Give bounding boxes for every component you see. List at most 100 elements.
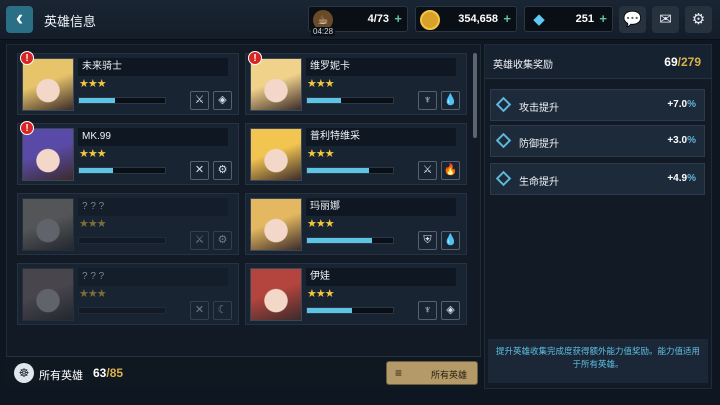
stat-defense: 防御提升 +3.0% — [490, 125, 705, 157]
crossed-swords-icon: ⚔ — [418, 161, 437, 180]
stat-label: 生命提升 — [519, 177, 559, 188]
stat-unit: % — [687, 135, 696, 146]
wings-icon: ♆ — [418, 301, 437, 320]
stat-label: 攻击提升 — [519, 103, 559, 114]
stat-hp: 生命提升 +4.9% — [490, 163, 705, 195]
top-bar: ‹ 英雄信息 ☕ 4/73 + 04:28 354,658 + ◆ 251 + … — [0, 0, 720, 40]
collection-count-total: /279 — [677, 55, 701, 69]
collection-count: 69/279 — [664, 55, 701, 69]
gear-icon: ⚙ — [691, 11, 706, 28]
hero-card[interactable]: ? ? ? ★★★ ✕ ☾ — [17, 263, 239, 325]
hero-card[interactable]: 普利特维采 ★★★ ⚔ 🔥 — [245, 123, 467, 185]
stat-attack: 攻击提升 +7.0% — [490, 89, 705, 121]
hero-stars: ★★★ — [307, 288, 335, 300]
diamond-icon — [495, 132, 512, 149]
filter-dropdown[interactable]: ≡ 所有英雄 — [386, 361, 478, 385]
stat-value: +3.0% — [667, 135, 696, 146]
hero-progress-fill — [307, 168, 369, 173]
hero-portrait — [250, 58, 302, 111]
hero-card[interactable]: ? ? ? ★★★ ⚔ ⚙ — [17, 193, 239, 255]
hero-portrait — [22, 198, 74, 251]
hero-stars: ★★★ — [79, 288, 107, 300]
hero-count-total: /85 — [106, 366, 124, 380]
hero-stars: ★★★ — [307, 78, 335, 90]
stat-value: +7.0% — [667, 99, 696, 110]
stat-number: +4.9 — [667, 173, 688, 184]
hero-stars: ★★★ — [307, 218, 335, 230]
chevron-left-icon: ‹ — [15, 5, 24, 30]
settings-button[interactable]: ⚙ — [685, 6, 712, 33]
hero-progress-fill — [79, 98, 116, 103]
hero-list-panel[interactable]: ! 未来骑士 ★★★ ⚔ ◈! 维罗妮卡 ★★★ ♆ 💧! MK.99 ★★★ ✕ ⚙ 普利特维采 ★★★ ⚔… — [6, 44, 481, 389]
hero-name: 玛丽娜 — [306, 198, 456, 216]
hero-card[interactable]: 伊娃 ★★★ ♆ ◈ — [245, 263, 467, 325]
hero-stars: ★★★ — [79, 78, 107, 90]
menu-icon: ≡ — [395, 366, 403, 380]
shield-icon: ⛨ — [418, 231, 437, 250]
collection-header: 英雄收集奖励 69/279 — [485, 45, 711, 79]
add-stamina-button[interactable]: + — [394, 11, 402, 26]
hero-count-owned: 63 — [93, 366, 107, 380]
mail-icon: ✉ — [659, 11, 672, 28]
hero-card[interactable]: ! MK.99 ★★★ ✕ ⚙ — [17, 121, 239, 185]
hero-progress-bar — [78, 237, 166, 244]
all-heroes-label: 所有英雄 — [39, 370, 83, 382]
stat-number: +3.0 — [667, 135, 688, 146]
filter-label: 所有英雄 — [430, 370, 467, 380]
collection-count-current: 69 — [664, 55, 678, 69]
hero-stars: ★★★ — [79, 218, 107, 230]
gear-element-icon: ⚙ — [213, 231, 232, 250]
hero-name: 维罗妮卡 — [306, 58, 456, 76]
hero-progress-fill — [307, 308, 352, 313]
alert-badge: ! — [248, 51, 262, 65]
back-button[interactable]: ‹ — [6, 6, 33, 33]
hero-name: MK.99 — [78, 128, 228, 146]
hero-portrait — [250, 198, 302, 251]
hero-stars: ★★★ — [79, 148, 107, 160]
stamina-value: 4/73 — [367, 13, 389, 25]
hero-name: 普利特维采 — [306, 128, 456, 146]
crossed-swords-icon: ⚔ — [190, 91, 209, 110]
stamina-counter[interactable]: ☕ 4/73 + 04:28 — [308, 6, 408, 36]
page-title: 英雄信息 — [44, 14, 97, 29]
hero-card[interactable]: 玛丽娜 ★★★ ⛨ 💧 — [245, 193, 467, 255]
diamond-element-icon: ◈ — [441, 301, 460, 320]
water-drop-icon: 💧 — [441, 91, 460, 110]
hero-progress-bar — [306, 167, 394, 174]
fire-icon: 🔥 — [441, 161, 460, 180]
gold-value: 354,658 — [458, 13, 498, 25]
hero-progress-bar — [78, 97, 166, 104]
hero-emblem-icon: ☸ — [14, 363, 34, 383]
hero-portrait — [22, 268, 74, 321]
diamond-element-icon: ◈ — [213, 91, 232, 110]
hero-stars: ★★★ — [307, 148, 335, 160]
gold-counter[interactable]: 354,658 + — [415, 6, 517, 32]
stat-unit: % — [687, 99, 696, 110]
gem-icon: ◆ — [533, 11, 545, 28]
chat-button[interactable]: 💬 — [619, 6, 646, 33]
gems-counter[interactable]: ◆ 251 + — [524, 6, 613, 32]
hero-progress-bar — [78, 307, 166, 314]
add-gems-button[interactable]: + — [599, 11, 607, 26]
chat-bubble-icon: 💬 — [623, 11, 642, 28]
add-gold-button[interactable]: + — [503, 11, 511, 26]
mail-button[interactable]: ✉ — [652, 6, 679, 33]
hero-card[interactable]: ! 维罗妮卡 ★★★ ♆ 💧 — [245, 51, 467, 115]
wings-icon: ♆ — [418, 91, 437, 110]
scrollbar[interactable] — [473, 53, 477, 138]
diamond-icon — [495, 96, 512, 113]
gems-value: 251 — [575, 13, 594, 25]
hero-portrait — [250, 268, 302, 321]
hero-progress-fill — [79, 168, 114, 173]
hero-progress-bar — [78, 167, 166, 174]
stat-value: +4.9% — [667, 173, 696, 184]
collection-title: 英雄收集奖励 — [493, 60, 553, 71]
hero-name: ? ? ? — [78, 268, 228, 286]
hero-card[interactable]: ! 未来骑士 ★★★ ⚔ ◈ — [17, 51, 239, 115]
hero-name: ? ? ? — [78, 198, 228, 216]
crossed-swords-icon: ⚔ — [190, 231, 209, 250]
hero-progress-bar — [306, 307, 394, 314]
hero-name: 未来骑士 — [78, 58, 228, 76]
hero-count: 63/85 — [93, 366, 123, 380]
hero-portrait — [250, 128, 302, 181]
